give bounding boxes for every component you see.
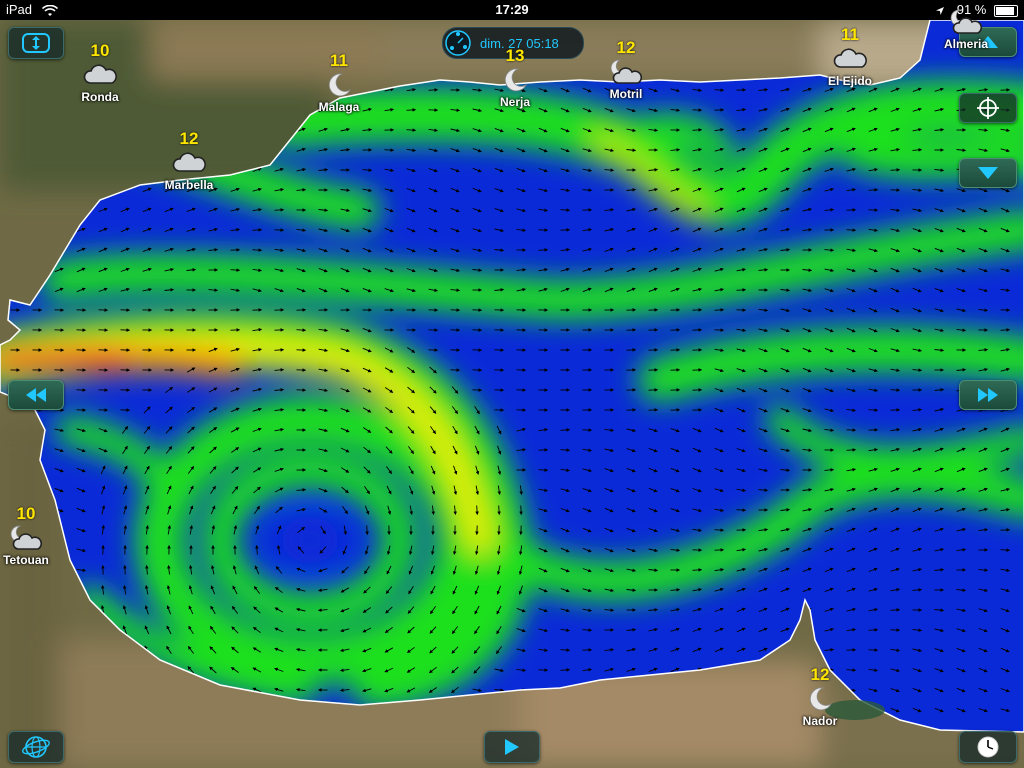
moon-cloud-icon	[926, 7, 1006, 37]
current-map[interactable]	[0, 0, 1024, 768]
fast-forward-icon	[978, 388, 998, 402]
globe-button[interactable]	[8, 731, 64, 763]
current-arrow	[1000, 328, 1011, 332]
crosshair-icon	[977, 97, 999, 119]
city-marker[interactable]: 11 El Ejido	[810, 25, 890, 89]
current-arrow	[365, 525, 369, 536]
status-bar: iPad 17:29 91 %	[0, 0, 1024, 20]
current-arrow	[274, 208, 285, 212]
current-arrow	[475, 505, 479, 516]
city-name: Malaga	[318, 100, 360, 114]
current-arrow	[890, 608, 901, 612]
city-name: Tetouan	[3, 553, 49, 567]
current-arrow	[736, 288, 747, 292]
current-arrow	[560, 648, 571, 652]
current-arrow	[406, 128, 417, 132]
current-arrow	[538, 468, 549, 472]
clock-dial-icon	[445, 30, 471, 56]
moon-icon	[475, 65, 555, 95]
current-arrow	[846, 448, 857, 452]
city-temperature: 13	[505, 46, 525, 65]
current-arrow	[868, 628, 879, 632]
current-arrow	[736, 508, 747, 512]
arrows-vertical-icon	[22, 33, 50, 53]
clock-button[interactable]	[959, 731, 1017, 763]
current-arrow	[406, 108, 417, 112]
fast-forward-button[interactable]	[959, 380, 1017, 410]
current-arrow	[846, 228, 857, 232]
city-name: Nador	[802, 714, 838, 728]
city-marker[interactable]: 10 Tetouan	[0, 504, 66, 568]
cloud-icon	[60, 60, 140, 90]
current-arrow	[560, 208, 571, 212]
current-arrow	[274, 348, 285, 352]
current-arrow	[692, 128, 703, 132]
current-arrow	[714, 88, 725, 92]
city-temperature: 12	[616, 38, 636, 57]
city-marker[interactable]: 12 Motril	[586, 38, 666, 102]
current-arrow	[497, 505, 501, 516]
city-temperature: 11	[330, 51, 348, 70]
locate-button[interactable]	[959, 93, 1017, 123]
clock-icon	[977, 736, 999, 758]
city-name: Ronda	[81, 90, 119, 104]
current-arrow	[123, 564, 127, 575]
current-arrow	[230, 268, 241, 272]
current-arrow	[582, 188, 593, 192]
city-name: Marbella	[164, 178, 214, 192]
current-arrow	[890, 388, 901, 392]
city-name: Nerja	[499, 95, 531, 109]
moon-icon	[299, 70, 379, 100]
city-marker[interactable]: 11 Malaga	[299, 51, 379, 115]
current-arrow	[692, 568, 703, 572]
moon-cloud-icon	[586, 57, 666, 87]
rewind-icon	[26, 388, 46, 402]
scroll-down-button[interactable]	[959, 158, 1017, 188]
arrows-toggle-button[interactable]	[8, 27, 64, 59]
city-temperature: 10	[90, 41, 110, 60]
current-arrow	[560, 428, 571, 432]
current-arrow	[560, 668, 571, 672]
current-arrow	[560, 448, 571, 452]
cloud-icon	[810, 44, 890, 74]
current-arrow	[384, 148, 395, 152]
status-time: 17:29	[495, 2, 529, 17]
city-name: Almeria	[943, 37, 989, 51]
city-marker[interactable]: 12 Marbella	[149, 129, 229, 193]
current-arrow	[1000, 548, 1011, 552]
moon-icon	[780, 684, 860, 714]
current-arrow	[714, 308, 725, 312]
current-arrow	[252, 228, 263, 232]
city-marker[interactable]: 12 Nador	[780, 665, 860, 729]
current-arrow	[252, 248, 263, 252]
city-temperature: 11	[841, 25, 859, 44]
current-arrow	[714, 528, 725, 532]
city-marker[interactable]: Almeria	[926, 7, 1006, 51]
current-arrow	[538, 248, 549, 252]
city-marker[interactable]: 13 Nerja	[475, 46, 555, 110]
current-arrow	[868, 408, 879, 412]
city-temperature: 10	[16, 504, 36, 523]
triangle-down-icon	[978, 167, 998, 179]
moon-cloud-icon	[0, 523, 66, 553]
play-icon	[505, 739, 519, 755]
city-temperature: 12	[810, 665, 830, 684]
play-button[interactable]	[484, 731, 540, 763]
globe-icon	[22, 736, 50, 758]
rewind-button[interactable]	[8, 380, 64, 410]
city-name: El Ejido	[827, 74, 872, 88]
city-temperature: 12	[179, 129, 199, 148]
current-arrow	[582, 628, 593, 632]
current-arrow	[428, 88, 439, 92]
current-arrow	[868, 188, 879, 192]
cloud-icon	[149, 148, 229, 178]
city-name: Motril	[609, 87, 643, 101]
city-marker[interactable]: 10 Ronda	[60, 41, 140, 105]
current-arrow	[890, 168, 901, 172]
current-arrow	[296, 328, 307, 332]
